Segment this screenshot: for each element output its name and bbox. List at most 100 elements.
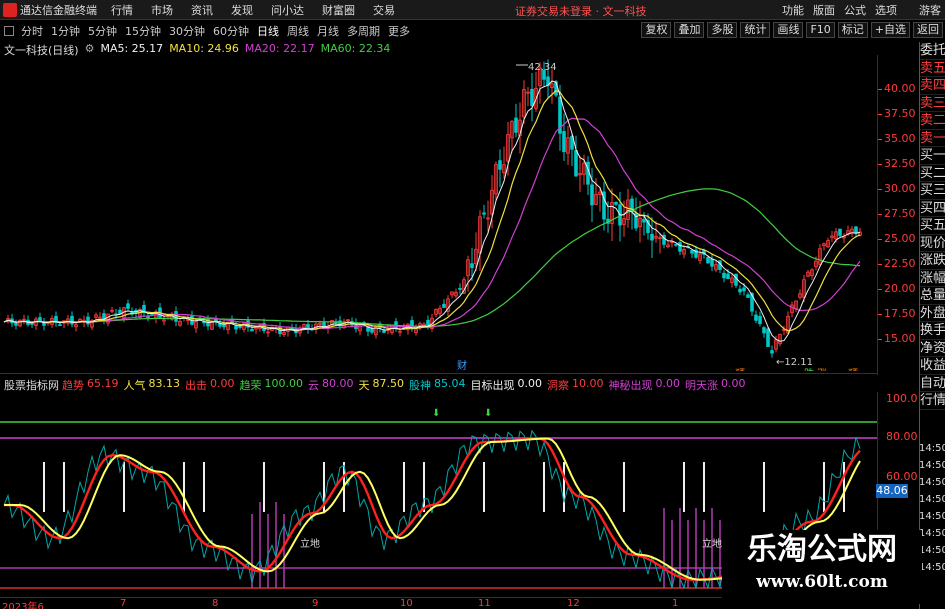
tick-time: 14:50	[919, 511, 945, 522]
side-panel-item[interactable]: 买三	[920, 182, 945, 200]
indicator-item-label: 云	[308, 379, 319, 392]
indicator-item-label: 明天涨	[685, 379, 718, 392]
date-axis-label: 1	[672, 598, 679, 609]
side-panel-item[interactable]: 换手	[920, 322, 945, 340]
tab-1min[interactable]: 1分钟	[47, 23, 84, 39]
tab-timeshare[interactable]: 分时	[17, 23, 47, 39]
side-panel-item[interactable]: 总量	[920, 287, 945, 305]
side-panel-item[interactable]: 涨跌	[920, 252, 945, 270]
side-panel-item[interactable]: 买二	[920, 165, 945, 182]
candle-body	[86, 316, 90, 325]
side-panel-item[interactable]: 委托	[920, 42, 945, 60]
tab-15min[interactable]: 15分钟	[121, 23, 165, 39]
side-panel-item[interactable]: 卖二	[920, 112, 945, 130]
tab-60min[interactable]: 60分钟	[209, 23, 253, 39]
candle-body	[482, 212, 486, 215]
indicator-item-label: 洞察	[547, 379, 569, 392]
adjust-button[interactable]: 复权	[641, 22, 672, 38]
indicator-axis-label: 80.00	[886, 430, 918, 443]
candle-body	[38, 317, 42, 322]
tab-weekly[interactable]: 周线	[283, 23, 313, 39]
menu-news[interactable]: 资讯	[191, 2, 213, 18]
menu-quotes[interactable]: 行情	[111, 2, 133, 18]
marker-forecast-2[interactable]: 预	[848, 368, 858, 371]
menu-assistant[interactable]: 问小达	[271, 2, 304, 18]
candle-body	[710, 258, 714, 267]
multi-stock-button[interactable]: 多股	[707, 22, 738, 38]
price-axis-label: 37.50	[884, 107, 916, 120]
candle-body	[458, 287, 462, 290]
menu-trade[interactable]: 交易	[373, 2, 395, 18]
side-panel-item[interactable]: 外盘	[920, 305, 945, 322]
draw-line-button[interactable]: 画线	[773, 22, 804, 38]
indicator-axis-label: 60.00	[886, 470, 918, 483]
indicator-item-value: 100.00	[264, 377, 304, 390]
menu-options[interactable]: 选项	[875, 2, 897, 18]
side-panel-item[interactable]: 卖三	[920, 95, 945, 112]
side-panel-item[interactable]: 买五	[920, 217, 945, 235]
indicator-item-value: 0.00	[655, 377, 681, 390]
candle-body	[762, 327, 766, 334]
green-arrow-icon: ⬇	[432, 408, 440, 419]
ma60-line	[3, 188, 861, 328]
side-panel-item[interactable]: 买四	[920, 200, 945, 217]
price-axis: 40.00 37.50 35.00 32.50 30.00 27.50 25.00 22.50…	[877, 55, 919, 375]
marker-forecast-1[interactable]: 预	[735, 368, 745, 371]
candlestick-chart[interactable]: 42.34 ←12.11 财 预 跌 涨 预	[0, 55, 877, 371]
candle-body	[754, 314, 758, 321]
indicator-item-value: 0.00	[517, 377, 543, 390]
marker-rise[interactable]: 涨	[817, 368, 827, 371]
menu-layout[interactable]: 版面	[813, 2, 835, 18]
side-panel-item[interactable]: 自动	[920, 375, 945, 392]
menu-market[interactable]: 市场	[151, 2, 173, 18]
tab-5min[interactable]: 5分钟	[84, 23, 121, 39]
side-panel-item[interactable]: 买一	[920, 147, 945, 165]
back-button[interactable]: 返回	[913, 22, 943, 38]
indicator-axis-label: 100.0	[886, 392, 918, 405]
marker-finance[interactable]: 财	[457, 359, 467, 371]
tab-30min[interactable]: 30分钟	[165, 23, 209, 39]
tab-more[interactable]: 更多	[384, 23, 414, 39]
pane-divider[interactable]	[0, 373, 877, 374]
guest-button[interactable]: 游客	[919, 2, 941, 18]
side-panel-item[interactable]: 卖一	[920, 130, 945, 147]
candle-body	[470, 263, 474, 269]
candle-body	[426, 319, 430, 326]
tab-monthly[interactable]: 月线	[313, 23, 343, 39]
side-panel-item[interactable]: 涨幅	[920, 270, 945, 287]
period-grid-icon[interactable]	[4, 25, 14, 36]
statistics-button[interactable]: 统计	[740, 22, 771, 38]
f10-button[interactable]: F10	[806, 22, 835, 38]
overlay-button[interactable]: 叠加	[674, 22, 705, 38]
tick-time: 14:50	[919, 494, 945, 505]
menu-function[interactable]: 功能	[782, 2, 804, 18]
side-panel-item[interactable]: 净资	[920, 340, 945, 357]
tab-daily[interactable]: 日线	[253, 23, 283, 39]
indicator-legend: 股票指标网 趋势 65.19 人气 83.13 出击 0.00 趋荣 100.00 云 80.00…	[4, 377, 748, 393]
price-axis-label: 32.50	[884, 157, 916, 170]
tab-multi-period[interactable]: 多周期	[343, 23, 384, 39]
app-title: 通达信金融终端	[20, 3, 97, 17]
candle-body	[678, 242, 682, 252]
add-watchlist-button[interactable]: +自选	[870, 22, 910, 38]
indicator-item-label: 目标出现	[470, 379, 515, 392]
side-panel-item[interactable]: 卖四	[920, 77, 945, 95]
menu-formula[interactable]: 公式	[844, 2, 866, 18]
candle-body	[382, 330, 386, 333]
menu-discover[interactable]: 发现	[231, 2, 253, 18]
side-panel-item[interactable]: 现价	[920, 235, 945, 252]
mark-button[interactable]: 标记	[837, 22, 868, 38]
tick-time: 14:50	[919, 443, 945, 454]
candle-body	[58, 324, 62, 326]
candle-body	[30, 322, 34, 325]
side-panel-item[interactable]: 卖五	[920, 60, 945, 77]
indicator-name[interactable]: 股票指标网	[4, 377, 59, 393]
login-warning[interactable]: 证券交易未登录 · 文一科技	[515, 3, 647, 19]
side-panel-item[interactable]: 收益	[920, 357, 945, 375]
side-panel-item[interactable]: 行情	[920, 392, 945, 410]
candle-body	[746, 294, 750, 298]
price-axis-label: 17.50	[884, 307, 916, 320]
menu-wealth[interactable]: 财富圈	[322, 2, 355, 18]
indicator-item-value: 10.00	[572, 377, 604, 390]
candle-body	[514, 117, 518, 133]
